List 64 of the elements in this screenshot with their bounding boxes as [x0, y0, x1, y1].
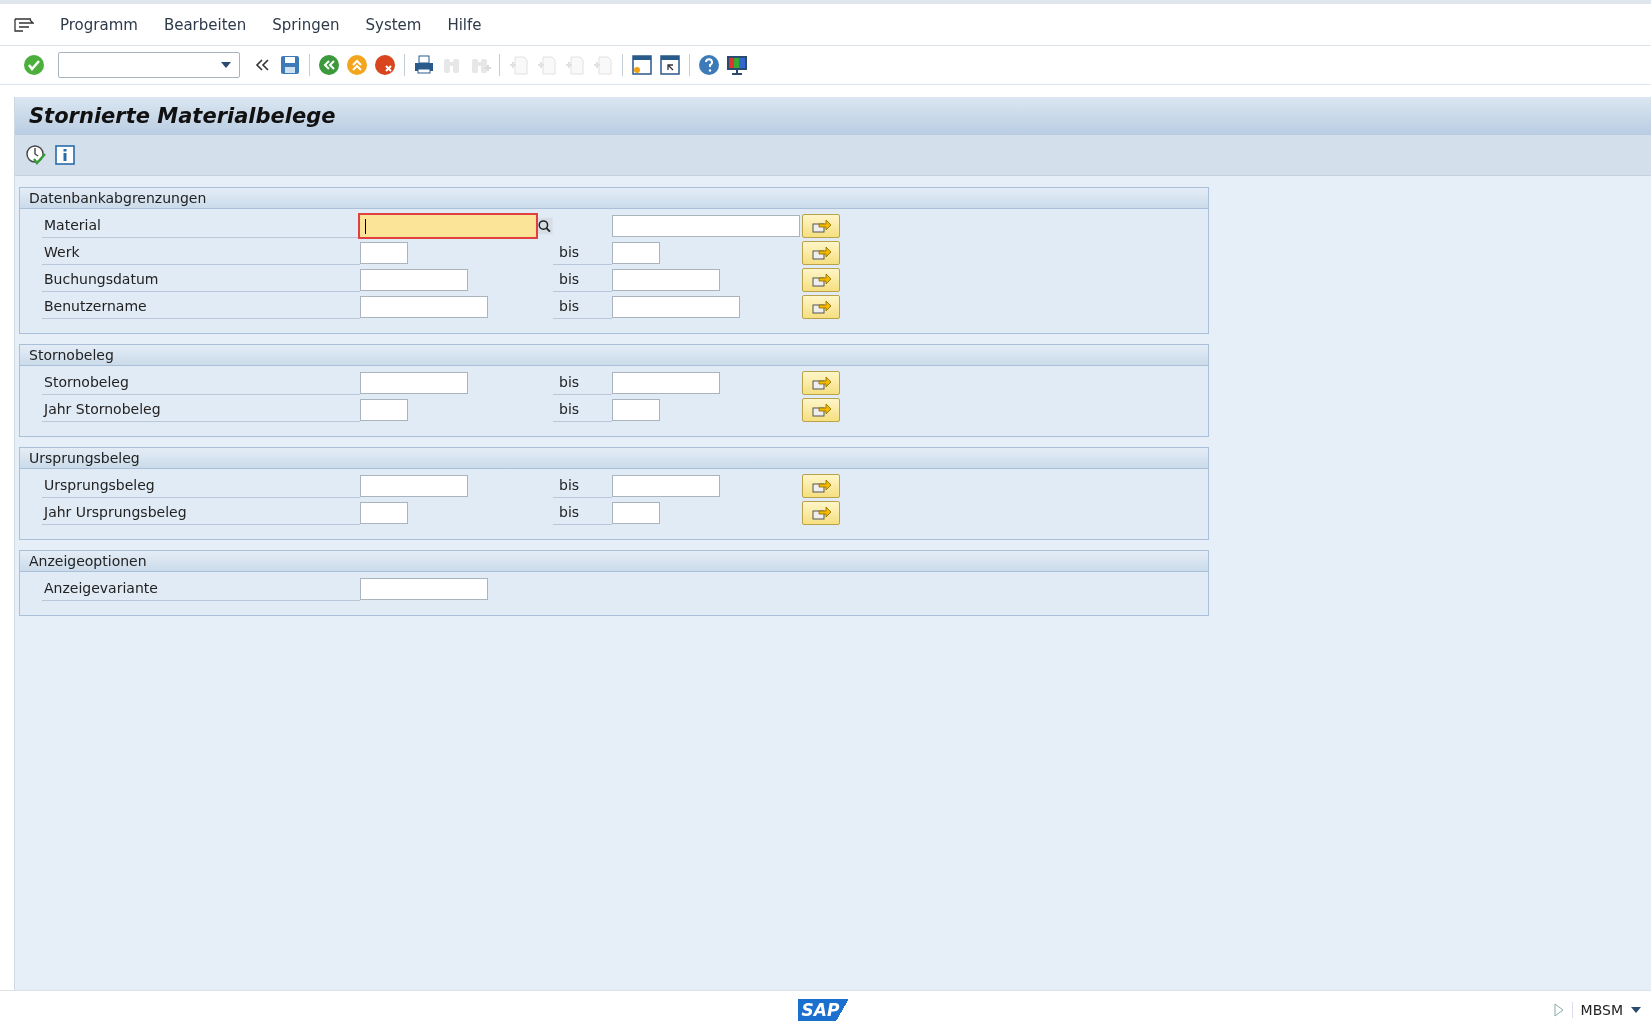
input-field[interactable]	[612, 215, 800, 237]
field-label: Buchungsdatum	[42, 268, 360, 292]
info-icon[interactable]	[55, 145, 75, 165]
field-label: Ursprungsbeleg	[42, 474, 360, 498]
menu-item[interactable]: Bearbeiten	[163, 15, 247, 34]
field-label: Werk	[42, 241, 360, 265]
execute-icon[interactable]	[25, 144, 47, 166]
input-field[interactable]	[360, 242, 408, 264]
field-label: Anzeigevariante	[42, 577, 360, 601]
arrow-icon	[811, 375, 831, 391]
input-field[interactable]	[612, 372, 720, 394]
menu-item[interactable]: Programm	[60, 15, 138, 34]
input-field[interactable]	[612, 502, 660, 524]
multiple-selection-button[interactable]	[802, 501, 840, 525]
cancel-icon[interactable]	[373, 53, 397, 77]
input-field[interactable]	[612, 475, 720, 497]
multiple-selection-button[interactable]	[802, 295, 840, 319]
input-field[interactable]	[360, 296, 488, 318]
input-field[interactable]	[612, 269, 720, 291]
menu-item[interactable]: System	[365, 15, 422, 34]
field-label: Stornobeleg	[42, 371, 360, 395]
arrow-icon	[811, 272, 831, 288]
multiple-selection-button[interactable]	[802, 474, 840, 498]
input-field[interactable]	[360, 372, 468, 394]
menu-item[interactable]: Hilfe	[447, 15, 482, 34]
save-icon[interactable]	[278, 53, 302, 77]
arrow-icon	[811, 299, 831, 315]
arrow-icon	[811, 478, 831, 494]
input-field[interactable]	[612, 399, 660, 421]
input-field[interactable]	[360, 269, 468, 291]
triangle-icon[interactable]	[1553, 1003, 1564, 1017]
arrow-icon	[811, 402, 831, 418]
field-label: Jahr Stornobeleg	[42, 398, 360, 422]
menu-item[interactable]: Springen	[272, 15, 340, 34]
menu-icon[interactable]	[14, 16, 34, 33]
multiple-selection-button[interactable]	[802, 398, 840, 422]
transaction-code[interactable]: MBSM	[1571, 1002, 1623, 1018]
caret-icon[interactable]	[221, 62, 231, 68]
new-window-icon[interactable]	[630, 53, 654, 77]
input-field[interactable]	[360, 399, 408, 421]
multiple-selection-button[interactable]	[802, 268, 840, 292]
arrow-icon	[811, 218, 831, 234]
multiple-selection-button[interactable]	[802, 214, 840, 238]
field-label: Benutzername	[42, 295, 360, 319]
checkmark-icon[interactable]	[22, 53, 46, 77]
input-field[interactable]	[612, 296, 740, 318]
input-field[interactable]	[612, 242, 660, 264]
monitor-icon[interactable]	[725, 53, 749, 77]
arrow-icon	[811, 245, 831, 261]
command-field[interactable]	[58, 52, 240, 78]
up-arrows-icon[interactable]	[345, 53, 369, 77]
field-label: Jahr Ursprungsbeleg	[42, 501, 360, 525]
input-field[interactable]	[360, 578, 488, 600]
back-icon[interactable]	[317, 53, 341, 77]
arrow-icon	[811, 505, 831, 521]
caret-icon[interactable]	[1631, 1007, 1641, 1013]
print-icon[interactable]	[412, 53, 436, 77]
help-icon[interactable]	[697, 53, 721, 77]
input-field[interactable]	[360, 502, 408, 524]
multiple-selection-button[interactable]	[802, 371, 840, 395]
multiple-selection-button[interactable]	[802, 241, 840, 265]
screen-title: Stornierte Materialbelege	[29, 104, 336, 128]
shortcut-icon[interactable]	[658, 53, 682, 77]
input-field[interactable]	[360, 475, 468, 497]
